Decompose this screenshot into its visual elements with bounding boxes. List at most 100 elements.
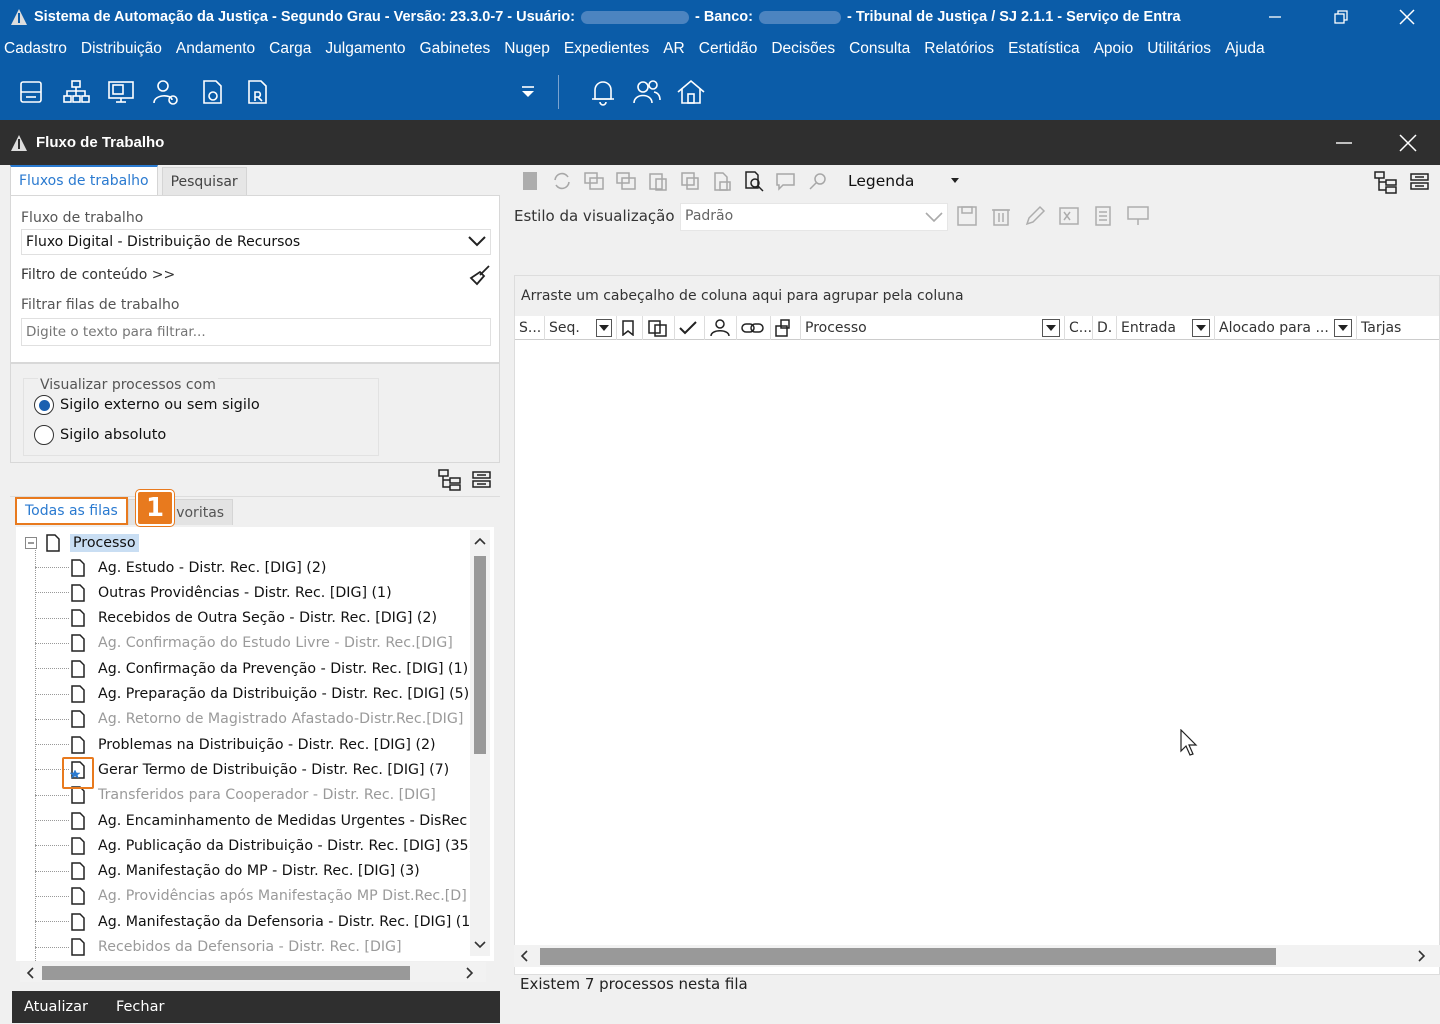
toolbar-button-comment[interactable] [770, 167, 802, 195]
menu-estatistica[interactable]: Estatística [1008, 40, 1080, 58]
tree-horizontal-scroll-thumb[interactable] [42, 966, 410, 980]
column-d[interactable]: D. [1093, 315, 1117, 340]
menu-carga[interactable]: Carga [269, 40, 311, 58]
column-link[interactable] [737, 315, 771, 340]
toolbar-button-paste[interactable] [642, 167, 674, 195]
estilo-select[interactable]: Padrão [680, 203, 948, 231]
toolbar-button-document-r[interactable] [233, 72, 278, 112]
chevron-down-icon[interactable] [474, 940, 486, 950]
tree-item[interactable]: Ag. Publicação da Distribuição - Distr. … [70, 833, 474, 858]
toolbar-button-refresh[interactable] [546, 167, 578, 195]
toolbar-button-export[interactable] [706, 167, 738, 195]
column-copy[interactable] [643, 315, 675, 340]
legenda-button[interactable]: Legenda [848, 172, 914, 190]
processo-filter-button[interactable] [1042, 318, 1060, 337]
tree-item[interactable]: Ag. Encaminhamento de Medidas Urgentes -… [70, 808, 467, 833]
radio-sigilo-externo[interactable]: Sigilo externo ou sem sigilo [34, 395, 260, 415]
notifications-button[interactable] [581, 72, 625, 112]
toolbar-button-hierarchy[interactable] [53, 72, 98, 112]
fechar-button[interactable]: Fechar [116, 999, 164, 1015]
subwindow-close-button[interactable] [1376, 120, 1440, 165]
toolbar-button-monitor[interactable] [98, 72, 143, 112]
chevron-right-icon[interactable] [464, 967, 474, 979]
toolbar-button-save-copy[interactable] [674, 167, 706, 195]
tree-item[interactable]: Ag. Retorno de Magistrado Afastado-Distr… [70, 707, 463, 732]
home-button[interactable] [669, 72, 713, 112]
chevron-up-icon[interactable] [474, 536, 486, 546]
subwindow-minimize-button[interactable] [1312, 120, 1376, 165]
column-alocado[interactable]: Alocado para ... [1215, 315, 1357, 340]
menu-distribuicao[interactable]: Distribuição [81, 40, 162, 58]
tree-horizontal-scrollbar[interactable] [20, 962, 486, 982]
toolbar-button-search-document[interactable] [738, 167, 770, 195]
atualizar-button[interactable]: Atualizar [24, 999, 88, 1015]
minimize-button[interactable] [1242, 0, 1308, 34]
toolbar-button-document-o[interactable] [188, 72, 233, 112]
toolbar-button-flag[interactable] [514, 167, 546, 195]
tab-todas-as-filas[interactable]: Todas as filas [15, 497, 128, 525]
edit-view-button[interactable] [1024, 205, 1058, 231]
tree-item[interactable]: Ag. Preparação da Distribuição - Distr. … [70, 682, 469, 707]
menu-relatorios[interactable]: Relatórios [924, 40, 994, 58]
tree-item[interactable]: Transferidos para Cooperador - Distr. Re… [70, 783, 436, 808]
toolbar-button-pin[interactable] [802, 167, 834, 195]
menu-consulta[interactable]: Consulta [849, 40, 910, 58]
list-collapse-icon[interactable] [1410, 173, 1430, 191]
grid-horizontal-scrollbar[interactable] [514, 945, 1440, 967]
menu-cadastro[interactable]: Cadastro [4, 40, 67, 58]
column-check[interactable] [675, 315, 705, 340]
fluxo-select[interactable]: Fluxo Digital - Distribuição de Recursos [21, 229, 491, 255]
grid-horizontal-scroll-thumb[interactable] [540, 948, 1276, 965]
tree-item[interactable]: Ag. Estudo - Distr. Rec. [DIG] (2) [70, 555, 326, 580]
tree-item[interactable]: Recebidos da Defensoria - Distr. Rec. [D… [70, 935, 402, 960]
menu-certidao[interactable]: Certidão [699, 40, 758, 58]
alocado-filter-button[interactable] [1334, 318, 1352, 337]
restore-button[interactable] [1308, 0, 1374, 34]
column-processo[interactable]: Processo [801, 315, 1065, 340]
chevron-left-icon[interactable] [26, 967, 36, 979]
broom-icon[interactable] [469, 264, 491, 286]
menu-nugep[interactable]: Nugep [504, 40, 550, 58]
column-seq[interactable]: Seq. [545, 315, 617, 340]
toolbar-button-printer[interactable] [8, 72, 53, 112]
filter-queues-input[interactable] [21, 318, 491, 346]
menu-ar[interactable]: AR [663, 40, 685, 58]
tab-pesquisar[interactable]: Pesquisar [161, 167, 247, 195]
column-bookmark[interactable] [617, 315, 643, 340]
chevron-left-icon[interactable] [520, 950, 530, 962]
tab-fluxos-de-trabalho[interactable]: Fluxos de trabalho [10, 165, 158, 195]
tree-vertical-scrollbar[interactable] [470, 530, 490, 956]
chevron-right-icon[interactable] [1416, 950, 1426, 962]
menu-utilitarios[interactable]: Utilitários [1147, 40, 1211, 58]
close-button[interactable] [1374, 0, 1440, 34]
menu-decisoes[interactable]: Decisões [771, 40, 835, 58]
tree-vertical-scroll-thumb[interactable] [474, 556, 486, 754]
menu-gabinetes[interactable]: Gabinetes [420, 40, 491, 58]
chart-view-button[interactable] [1126, 205, 1160, 231]
menu-andamento[interactable]: Andamento [176, 40, 255, 58]
save-view-button[interactable] [956, 205, 990, 231]
menu-expedientes[interactable]: Expedientes [564, 40, 649, 58]
seq-filter-button[interactable] [595, 318, 612, 337]
report-view-button[interactable] [1092, 205, 1126, 231]
collapse-icon[interactable] [25, 536, 37, 549]
menu-julgamento[interactable]: Julgamento [325, 40, 405, 58]
column-c[interactable]: C... [1065, 315, 1093, 340]
tree-item[interactable]: Outras Providências - Distr. Rec. [DIG] … [70, 580, 392, 605]
entrada-filter-button[interactable] [1192, 318, 1210, 337]
menu-ajuda[interactable]: Ajuda [1225, 40, 1265, 58]
filtro-conteudo-link[interactable]: Filtro de conteúdo >> [21, 267, 175, 283]
tree-item[interactable]: Ag. Confirmação da Prevenção - Distr. Re… [70, 656, 468, 681]
radio-sigilo-absoluto[interactable]: Sigilo absoluto [34, 425, 166, 445]
column-s[interactable]: S... [515, 315, 545, 340]
tree-expand-icon[interactable] [1374, 171, 1398, 195]
caret-down-icon[interactable] [950, 177, 960, 185]
list-collapse-icon[interactable] [472, 471, 492, 489]
tree-item[interactable]: Ag. Manifestação da Defensoria - Distr. … [70, 909, 476, 934]
tree-item[interactable]: Recebidos de Outra Seção - Distr. Rec. [… [70, 606, 437, 631]
column-attach[interactable] [771, 315, 801, 340]
tree-item[interactable]: Ag. Manifestação do MP - Distr. Rec. [DI… [70, 859, 420, 884]
menu-apoio[interactable]: Apoio [1094, 40, 1134, 58]
column-tarjas[interactable]: Tarjas [1357, 316, 1419, 340]
excel-view-button[interactable] [1058, 205, 1092, 231]
